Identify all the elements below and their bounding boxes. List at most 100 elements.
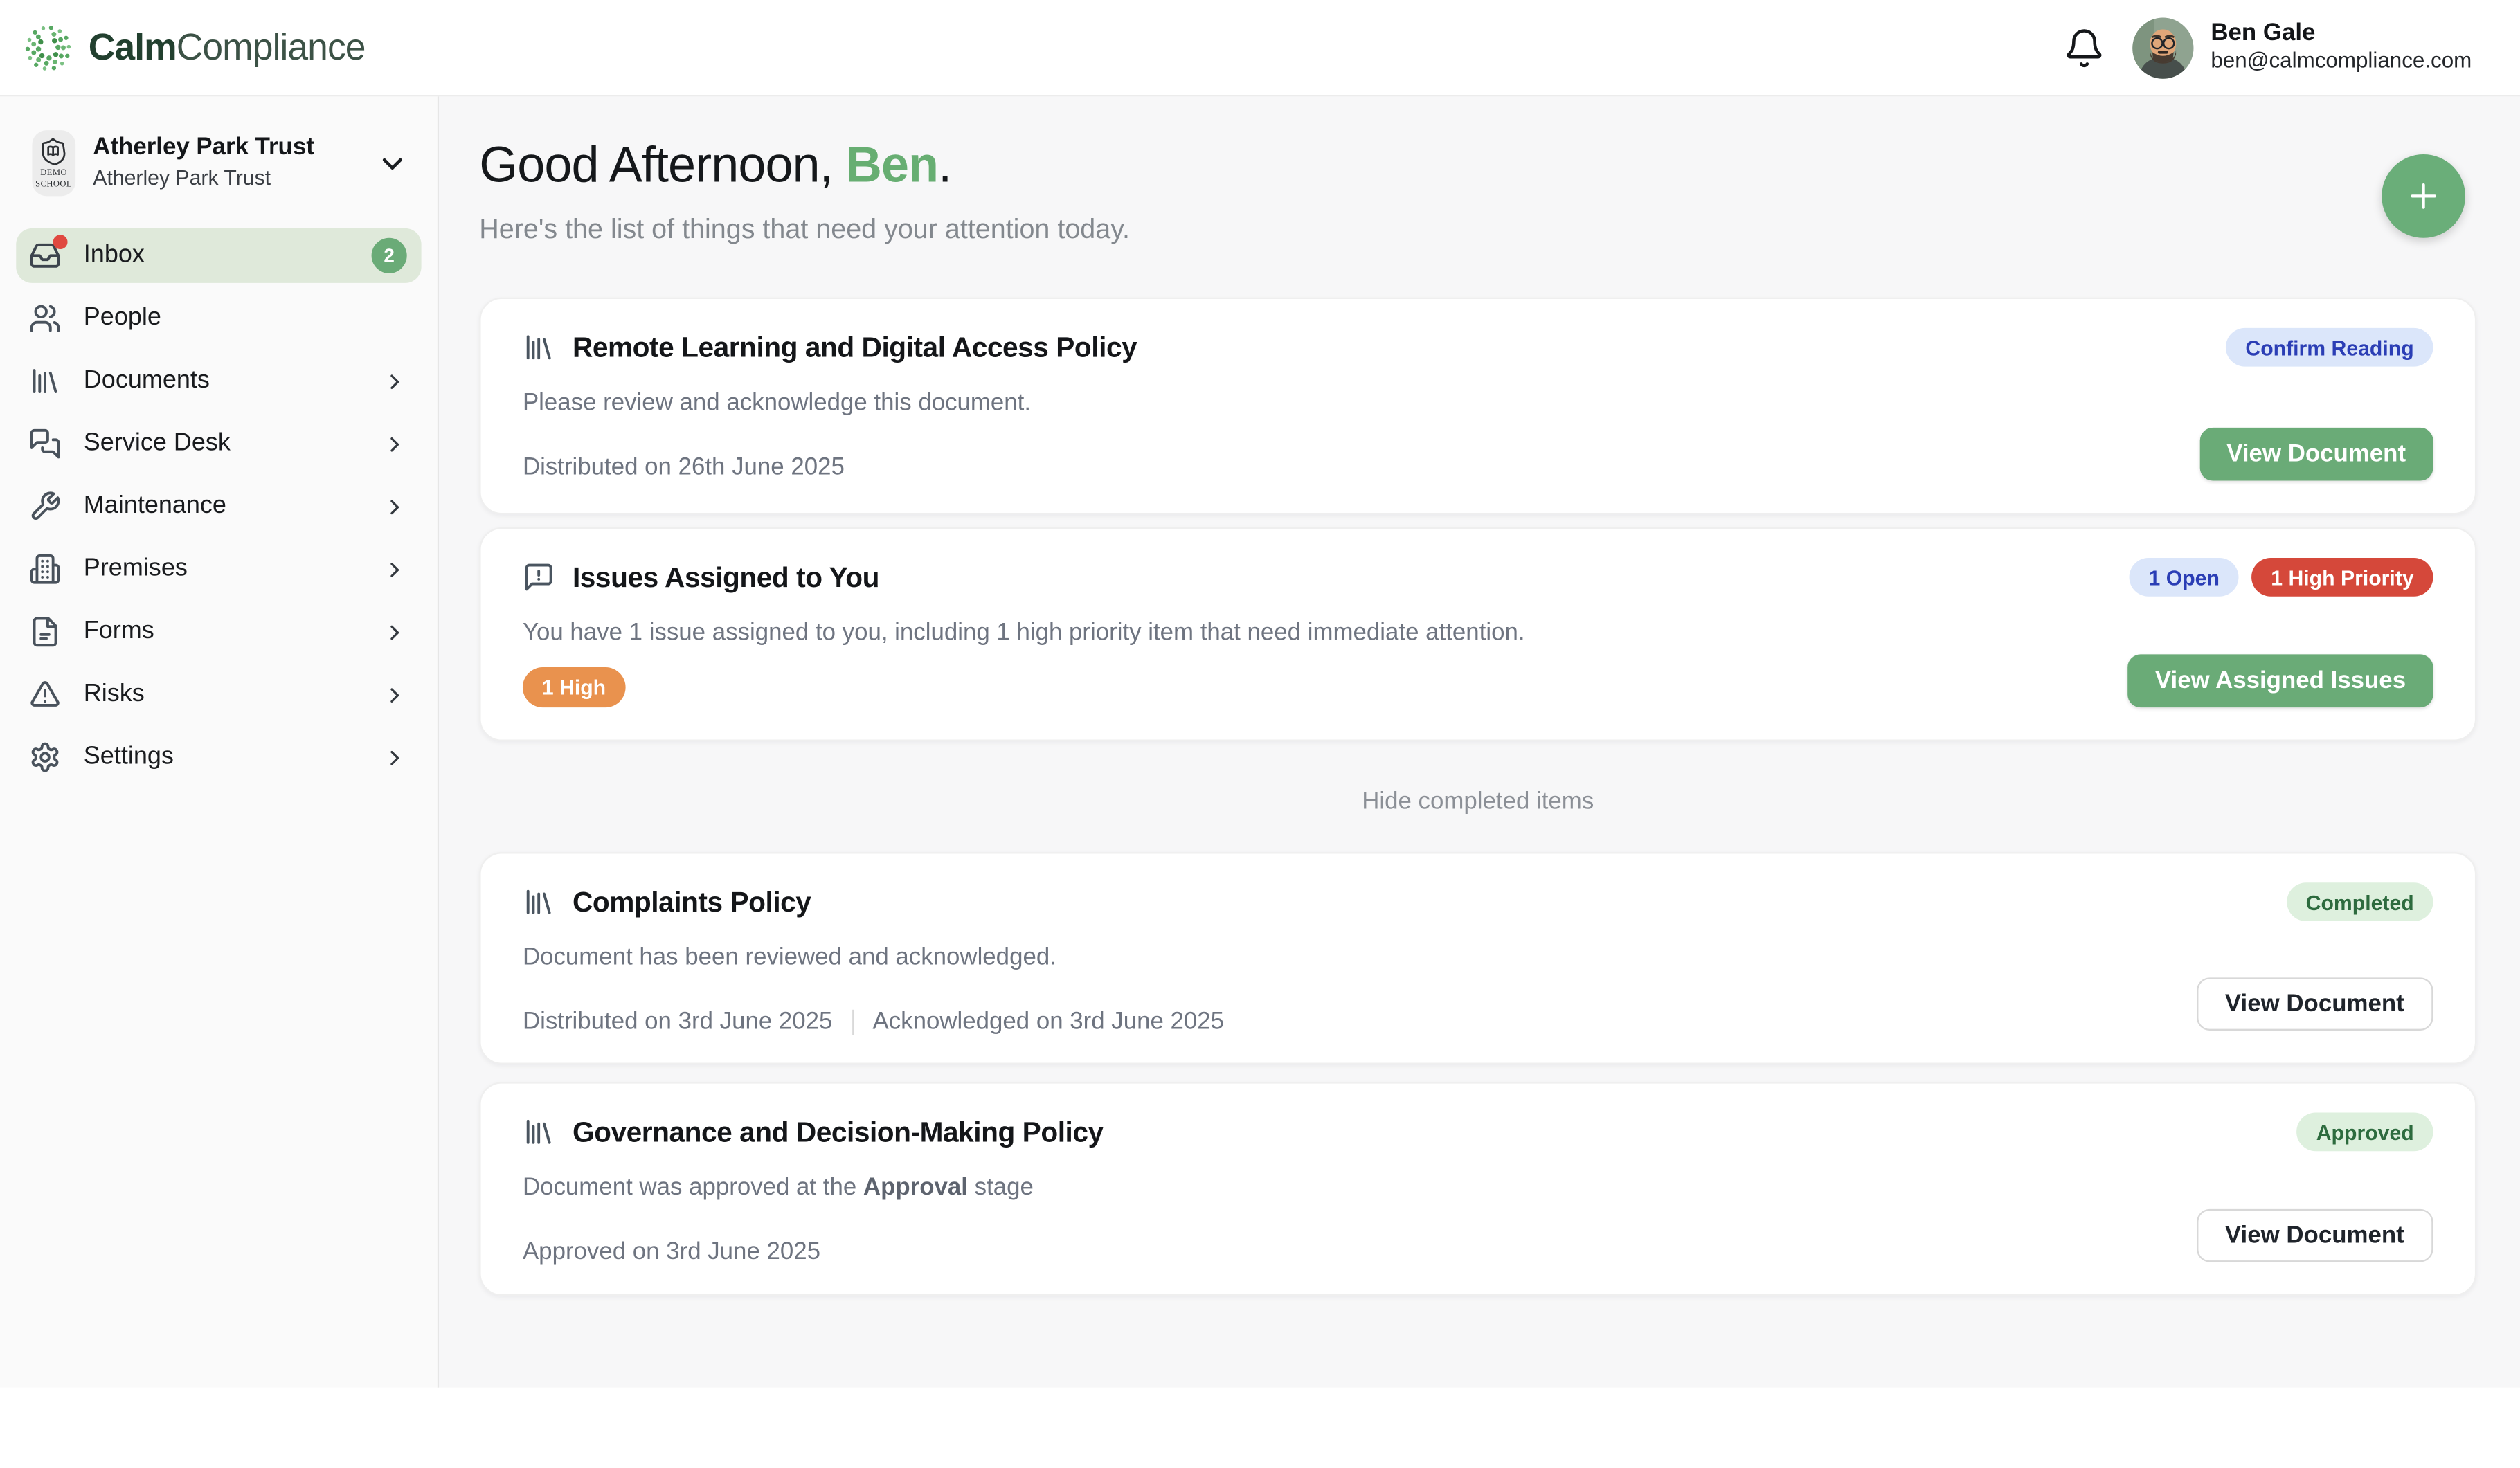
greeting-prefix: Good Afternoon, <box>479 136 846 192</box>
view-document-button[interactable]: View Document <box>2196 977 2433 1031</box>
view-assigned-issues-button[interactable]: View Assigned Issues <box>2127 654 2433 707</box>
card-title-row: Remote Learning and Digital Access Polic… <box>523 328 1928 367</box>
status-badge-approved: Approved <box>2297 1112 2433 1151</box>
brand-wordmark: CalmCompliance <box>89 26 366 69</box>
card-remote-learning-policy: Remote Learning and Digital Access Polic… <box>479 298 2476 515</box>
plus-icon <box>2404 177 2443 216</box>
card-description: Document was approved at the Approval st… <box>523 1170 1928 1206</box>
topbar-right: Ben Gale ben@calmcompliance.com <box>2063 17 2472 78</box>
sidebar-item-risks[interactable]: Risks <box>16 667 421 722</box>
attention-list: Remote Learning and Digital Access Polic… <box>479 298 2476 1296</box>
chevron-right-icon <box>383 745 407 770</box>
hide-completed-row: Hide completed items <box>479 786 2476 818</box>
sidebar-item-service-desk[interactable]: Service Desk <box>16 417 421 471</box>
chevron-right-icon <box>383 557 407 581</box>
greeting-period: . <box>938 136 951 192</box>
page-title: Good Afternoon, Ben. <box>479 136 2476 194</box>
approved-date: Approved on 3rd June 2025 <box>523 1238 820 1265</box>
shield-book-icon <box>37 137 69 169</box>
chevron-down-icon <box>377 147 408 179</box>
chevron-right-icon <box>383 682 407 707</box>
sidebar-item-settings[interactable]: Settings <box>16 730 421 785</box>
app-body: DEMO SCHOOL Atherley Park Trust Atherley… <box>0 96 2520 1387</box>
card-meta: Distributed on 26th June 2025 <box>523 453 1928 480</box>
brand-logo: CalmCompliance <box>23 21 366 73</box>
avatar[interactable] <box>2132 17 2193 78</box>
card-title: Remote Learning and Digital Access Polic… <box>573 328 1137 367</box>
people-icon <box>29 302 61 334</box>
card-title-row: Complaints Policy <box>523 882 1928 921</box>
sidebar-item-forms[interactable]: Forms <box>16 604 421 659</box>
brand-wordmark-bold: Calm <box>89 26 177 67</box>
org-meta: Atherley Park Trust Atherley Park Trust <box>93 134 359 192</box>
high-count-tag: 1 High <box>523 667 625 707</box>
sidebar-item-label: Service Desk <box>84 429 361 458</box>
sidebar-item-label: Risks <box>84 680 361 709</box>
library-icon <box>523 1116 555 1148</box>
library-icon <box>523 886 555 918</box>
brand-wordmark-light: Compliance <box>177 26 366 67</box>
bottom-whitespace <box>0 1388 2520 1468</box>
sidebar-item-label: Inbox <box>84 241 349 270</box>
unread-dot <box>53 235 68 249</box>
sidebar-item-maintenance[interactable]: Maintenance <box>16 479 421 534</box>
card-complaints-policy: Complaints Policy Completed Document has… <box>479 852 2476 1064</box>
distributed-date: Distributed on 26th June 2025 <box>523 453 845 480</box>
user-email: ben@calmcompliance.com <box>2211 49 2472 76</box>
user-name: Ben Gale <box>2211 19 2472 49</box>
card-issues-assigned: Issues Assigned to You 1 Open 1 High Pri… <box>479 527 2476 741</box>
chevron-right-icon <box>383 619 407 644</box>
view-document-button[interactable]: View Document <box>2196 1209 2433 1262</box>
card-governance-policy: Governance and Decision-Making Policy Ap… <box>479 1082 2476 1296</box>
notifications-bell-icon[interactable] <box>2063 26 2105 68</box>
status-badge-high-priority: 1 High Priority <box>2251 558 2433 597</box>
inbox-count-badge: 2 <box>372 238 407 273</box>
card-meta: Distributed on 3rd June 2025 Acknowledge… <box>523 1008 1928 1035</box>
issue-bubble-icon <box>523 561 555 593</box>
calmcompliance-swirl-logo-icon <box>23 21 74 73</box>
meta-divider <box>852 1009 853 1035</box>
card-title-row: Governance and Decision-Making Policy <box>523 1112 1928 1151</box>
sidebar-item-documents[interactable]: Documents <box>16 354 421 408</box>
acknowledged-date: Acknowledged on 3rd June 2025 <box>873 1008 1225 1035</box>
card-title-row: Issues Assigned to You <box>523 558 1928 597</box>
user-meta: Ben Gale ben@calmcompliance.com <box>2211 19 2472 76</box>
sidebar: DEMO SCHOOL Atherley Park Trust Atherley… <box>0 96 439 1387</box>
approval-stage-label: Approval <box>863 1174 968 1201</box>
chevron-right-icon <box>383 494 407 518</box>
wrench-icon <box>29 490 61 522</box>
sidebar-item-label: Forms <box>84 617 361 646</box>
card-description: Document has been reviewed and acknowled… <box>523 941 1928 976</box>
org-badge-text: DEMO SCHOOL <box>35 170 72 190</box>
sidebar-item-premises[interactable]: Premises <box>16 542 421 597</box>
card-description: Please review and acknowledge this docum… <box>523 386 1928 421</box>
sidebar-item-people[interactable]: People <box>16 291 421 345</box>
card-title: Complaints Policy <box>573 882 811 921</box>
view-document-button[interactable]: View Document <box>2199 428 2433 481</box>
card-status-badges: 1 Open 1 High Priority <box>2130 558 2433 597</box>
hide-completed-toggle[interactable]: Hide completed items <box>1362 786 1594 818</box>
add-button[interactable] <box>2382 154 2465 238</box>
inbox-icon <box>29 239 61 271</box>
card-status-badges: Completed <box>2287 882 2433 921</box>
sidebar-item-inbox[interactable]: Inbox 2 <box>16 228 421 283</box>
main-content: Good Afternoon, Ben. Here's the list of … <box>439 96 2520 1387</box>
card-description: You have 1 issue assigned to you, includ… <box>523 616 1928 651</box>
user-menu[interactable]: Ben Gale ben@calmcompliance.com <box>2132 17 2472 78</box>
greeting-name: Ben <box>846 136 938 192</box>
warning-triangle-icon <box>29 678 61 710</box>
card-status-badges: Confirm Reading <box>2226 328 2433 367</box>
sidebar-item-label: Settings <box>84 743 361 772</box>
topbar: CalmCompliance <box>0 0 2520 96</box>
org-subtitle: Atherley Park Trust <box>93 165 271 190</box>
sidebar-item-label: Documents <box>84 367 361 396</box>
sidebar-nav: Inbox 2 People <box>16 228 421 785</box>
org-selector[interactable]: DEMO SCHOOL Atherley Park Trust Atherley… <box>16 120 421 206</box>
chat-bubbles-icon <box>29 428 61 460</box>
sidebar-item-label: Premises <box>84 554 361 583</box>
library-icon <box>29 365 61 397</box>
status-badge-open: 1 Open <box>2130 558 2239 597</box>
chevron-right-icon <box>383 369 407 393</box>
card-status-badges: Approved <box>2297 1112 2433 1151</box>
library-icon <box>523 332 555 363</box>
